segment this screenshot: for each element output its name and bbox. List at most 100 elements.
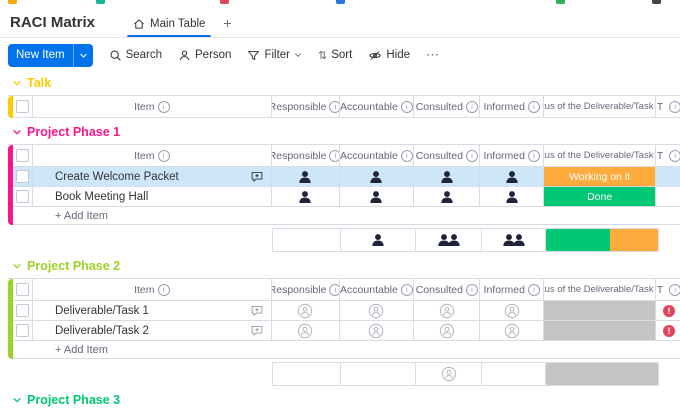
column-header-accountable[interactable]: Accountable <box>340 145 415 166</box>
chevron-down-icon[interactable] <box>12 395 22 405</box>
tab-main-table[interactable]: Main Table <box>123 18 215 37</box>
column-header-truncated[interactable]: T <box>656 145 680 166</box>
status-cell[interactable] <box>544 321 656 340</box>
table-row[interactable]: Deliverable/Task 2 <box>13 321 680 341</box>
add-view-button[interactable]: + <box>215 15 239 37</box>
group-talk: Talk Item Responsible Accountable Consul… <box>0 75 680 118</box>
chevron-down-icon[interactable] <box>12 127 22 137</box>
group-title-phase-2[interactable]: Project Phase 2 <box>12 258 680 274</box>
add-item-row[interactable]: + Add Item <box>13 207 680 225</box>
column-header-informed[interactable]: Informed <box>480 145 544 166</box>
informed-cell[interactable] <box>480 321 544 340</box>
chevron-down-icon[interactable] <box>12 78 22 88</box>
table-row[interactable]: Book Meeting Hall Done <box>13 187 680 207</box>
info-icon <box>158 284 170 296</box>
item-name-cell[interactable]: Create Welcome Packet <box>33 167 272 186</box>
responsible-cell[interactable] <box>272 187 340 206</box>
column-header-accountable[interactable]: Accountable <box>340 279 415 300</box>
alert-icon[interactable] <box>663 305 675 317</box>
column-header-consulted[interactable]: Consulted <box>414 279 480 300</box>
add-update-bubble-icon[interactable] <box>250 170 264 184</box>
column-header-informed[interactable]: Informed <box>480 96 544 117</box>
column-header-truncated[interactable]: T <box>656 279 680 300</box>
column-header-responsible[interactable]: Responsible <box>272 279 340 300</box>
responsible-cell[interactable] <box>272 167 340 186</box>
column-header-status[interactable]: Status of the Deliverable/Task <box>544 145 656 166</box>
group-phase-2: Project Phase 2 Item Responsible Account… <box>0 258 680 386</box>
column-header-consulted[interactable]: Consulted <box>414 145 480 166</box>
item-name-cell[interactable]: Book Meeting Hall <box>33 187 272 206</box>
item-name-cell[interactable]: Deliverable/Task 2 <box>33 321 272 340</box>
informed-cell[interactable] <box>480 167 544 186</box>
column-header-item[interactable]: Item <box>33 145 272 166</box>
responsible-cell[interactable] <box>272 321 340 340</box>
status-cell[interactable]: Working on it <box>544 167 656 186</box>
informed-cell[interactable] <box>480 187 544 206</box>
info-icon <box>466 150 478 162</box>
add-item-button[interactable]: + Add Item <box>13 207 680 224</box>
consulted-cell[interactable] <box>414 187 480 206</box>
person-avatar-icon <box>368 169 384 185</box>
tab-label: Main Table <box>150 18 205 30</box>
row-checkbox[interactable] <box>13 321 33 340</box>
add-update-bubble-icon[interactable] <box>250 324 264 338</box>
row-checkbox[interactable] <box>13 187 33 206</box>
accountable-cell[interactable] <box>340 167 415 186</box>
informed-cell[interactable] <box>480 301 544 320</box>
column-header-status[interactable]: Status of the Deliverable/Task <box>544 96 656 117</box>
accountable-cell[interactable] <box>340 321 415 340</box>
group-summary-row <box>272 362 659 386</box>
column-header-informed[interactable]: Informed <box>480 279 544 300</box>
group-title-phase-1[interactable]: Project Phase 1 <box>12 124 680 140</box>
item-name-cell[interactable]: Deliverable/Task 1 <box>33 301 272 320</box>
group-title-label: Talk <box>27 76 51 90</box>
group-color-bar <box>8 96 13 118</box>
group-title-phase-3[interactable]: Project Phase 3 <box>12 392 680 408</box>
select-all-checkbox[interactable] <box>13 96 33 117</box>
info-icon <box>528 101 540 113</box>
add-item-button[interactable]: + Add Item <box>13 341 680 358</box>
consulted-cell[interactable] <box>414 321 480 340</box>
favicon-dot <box>220 0 229 4</box>
empty-person-avatar-icon <box>439 303 455 319</box>
status-cell[interactable] <box>544 301 656 320</box>
filter-button[interactable]: Filter <box>247 49 302 62</box>
hide-button[interactable]: Hide <box>368 49 410 62</box>
row-checkbox[interactable] <box>13 301 33 320</box>
responsible-cell[interactable] <box>272 301 340 320</box>
consulted-cell[interactable] <box>414 167 480 186</box>
chevron-down-icon[interactable] <box>74 51 93 60</box>
status-cell[interactable]: Done <box>544 187 656 206</box>
sort-button[interactable]: ⇅ Sort <box>318 49 352 62</box>
table-row[interactable]: Deliverable/Task 1 <box>13 301 680 321</box>
chevron-down-icon[interactable] <box>12 261 22 271</box>
search-button[interactable]: Search <box>109 49 162 62</box>
column-header-item[interactable]: Item <box>33 96 272 117</box>
info-icon <box>528 284 540 296</box>
accountable-cell[interactable] <box>340 187 415 206</box>
more-options-button[interactable]: ⋯ <box>426 47 440 63</box>
group-title-talk[interactable]: Talk <box>12 75 680 91</box>
accountable-cell[interactable] <box>340 301 415 320</box>
status-badge: Working on it <box>544 167 655 186</box>
column-header-responsible[interactable]: Responsible <box>272 96 340 117</box>
alert-icon[interactable] <box>663 325 675 337</box>
select-all-checkbox[interactable] <box>13 279 33 300</box>
new-item-button[interactable]: New Item <box>8 44 93 67</box>
person-filter-button[interactable]: Person <box>178 49 231 62</box>
row-checkbox[interactable] <box>13 167 33 186</box>
column-header-status[interactable]: Status of the Deliverable/Task <box>544 279 656 300</box>
column-header-truncated[interactable]: T <box>656 96 680 117</box>
add-update-bubble-icon[interactable] <box>250 304 264 318</box>
group-title-label: Project Phase 3 <box>27 393 120 407</box>
column-header-consulted[interactable]: Consulted <box>414 96 480 117</box>
column-header-responsible[interactable]: Responsible <box>272 145 340 166</box>
column-header-item[interactable]: Item <box>33 279 272 300</box>
extra-cell <box>656 301 680 320</box>
consulted-cell[interactable] <box>414 301 480 320</box>
column-header-accountable[interactable]: Accountable <box>340 96 415 117</box>
sort-arrows-icon: ⇅ <box>318 49 327 62</box>
table-row[interactable]: Create Welcome Packet Working on it <box>13 167 680 187</box>
select-all-checkbox[interactable] <box>13 145 33 166</box>
add-item-row[interactable]: + Add Item <box>13 341 680 359</box>
